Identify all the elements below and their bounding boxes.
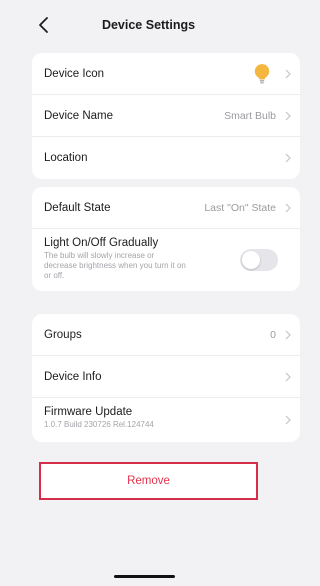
firmware-row[interactable]: Firmware Update 1.0.7 Build 230726 Rel.1… [32, 398, 300, 442]
page-title: Device Settings [101, 18, 196, 32]
firmware-label: Firmware Update [44, 406, 133, 418]
chevron-left-icon[interactable] [36, 16, 52, 34]
behavior-card: Default State Last "On" State Light On/O… [32, 187, 300, 291]
chevron-right-icon [285, 203, 291, 212]
location-row[interactable]: Location [32, 137, 300, 179]
chevron-right-icon [285, 69, 291, 78]
info-card: Groups 0 Device Info Firmware Update 1.0… [32, 314, 300, 442]
gradual-desc-line: decrease brightness when you turn it on [44, 261, 186, 270]
header: Device Settings [0, 0, 289, 50]
default-state-row[interactable]: Default State Last "On" State [32, 187, 300, 229]
light-bulb-icon [254, 64, 270, 84]
chevron-right-icon [285, 111, 291, 120]
chevron-right-icon [285, 153, 291, 163]
device-basic-card: Device Icon Device Name Smart Bulb Locat… [32, 53, 300, 179]
chevron-right-icon [285, 415, 291, 425]
device-icon-row[interactable]: Device Icon [32, 53, 300, 95]
chevron-right-icon [285, 372, 291, 381]
firmware-version: 1.0.7 Build 230726 Rel.124744 [44, 420, 154, 429]
gradual-desc-line: The bulb will slowly increase or [44, 251, 155, 260]
groups-value: 0 [270, 328, 276, 341]
device-name-label: Device Name [44, 109, 114, 122]
home-indicator [114, 575, 175, 578]
gradual-row: Light On/Off Gradually The bulb will slo… [32, 229, 300, 291]
device-name-value: Smart Bulb [224, 109, 276, 122]
location-label: Location [44, 152, 88, 164]
default-state-value: Last "On" State [204, 201, 276, 214]
remove-button[interactable]: Remove [39, 462, 258, 500]
device-info-label: Device Info [44, 370, 102, 383]
groups-label: Groups [44, 328, 82, 341]
device-name-row[interactable]: Device Name Smart Bulb [32, 95, 300, 137]
toggle-knob [242, 251, 260, 269]
chevron-right-icon [285, 330, 291, 339]
default-state-label: Default State [44, 201, 111, 214]
device-info-row[interactable]: Device Info [32, 356, 300, 398]
gradual-toggle[interactable] [240, 249, 278, 271]
gradual-desc-line: or off. [44, 271, 65, 280]
gradual-description: The bulb will slowly increase or decreas… [44, 251, 244, 281]
groups-row[interactable]: Groups 0 [32, 314, 300, 356]
gradual-label: Light On/Off Gradually [44, 237, 159, 249]
device-icon-label: Device Icon [44, 67, 105, 80]
